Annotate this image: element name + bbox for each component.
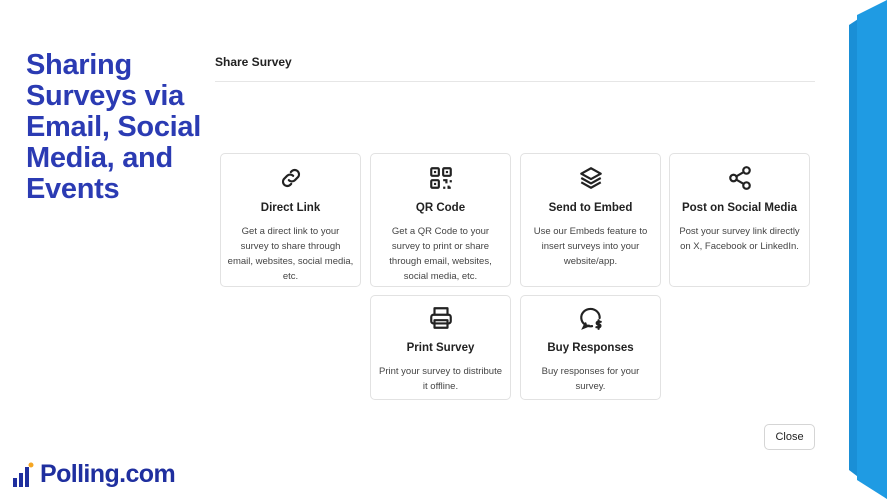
- dialog-divider: [215, 81, 815, 82]
- option-title: Post on Social Media: [681, 202, 798, 214]
- bar-chart-logo-icon: [13, 462, 34, 487]
- option-description: Get a QR Code to your survey to print or…: [389, 226, 492, 282]
- option-direct-link[interactable]: Direct Link Get a direct link to your su…: [220, 153, 361, 287]
- polling-logo: Polling.com: [12, 460, 176, 489]
- option-title: Direct Link: [260, 202, 321, 214]
- option-title: QR Code: [415, 202, 466, 214]
- layers-icon: [579, 167, 602, 189]
- option-title: Buy Responses: [547, 342, 634, 354]
- option-description: Get a direct link to your survey to shar…: [227, 226, 354, 282]
- printer-icon: [429, 307, 452, 329]
- link-icon: [281, 168, 300, 188]
- option-buy-responses[interactable]: Buy Responses Buy responses for your sur…: [520, 295, 661, 400]
- qr-code-icon: [429, 167, 452, 189]
- close-button[interactable]: Close: [764, 424, 815, 450]
- option-description: Post your survey link directly on X, Fac…: [679, 226, 800, 252]
- share-icon: [728, 166, 751, 190]
- decorative-blue-band: [849, 0, 887, 499]
- option-description: Print your survey to distribute it offli…: [378, 366, 503, 392]
- option-description: Use our Embeds feature to insert surveys…: [533, 226, 648, 267]
- option-description: Buy responses for your survey.: [541, 366, 640, 392]
- option-send-to-embed[interactable]: Send to Embed Use our Embeds feature to …: [520, 153, 661, 287]
- option-title: Send to Embed: [548, 202, 633, 214]
- option-post-social-media[interactable]: Post on Social Media Post your survey li…: [669, 153, 810, 287]
- option-title: Print Survey: [406, 342, 475, 354]
- chat-dollar-icon: [579, 307, 602, 330]
- option-qr-code[interactable]: QR Code Get a QR Code to your survey to …: [370, 153, 511, 287]
- page-headline: Sharing Surveys via Email, Social Media,…: [26, 49, 202, 205]
- brand-name: Polling.com: [40, 460, 176, 488]
- option-print-survey[interactable]: Print Survey Print your survey to distri…: [370, 295, 511, 400]
- dialog-title: Share Survey: [215, 55, 292, 69]
